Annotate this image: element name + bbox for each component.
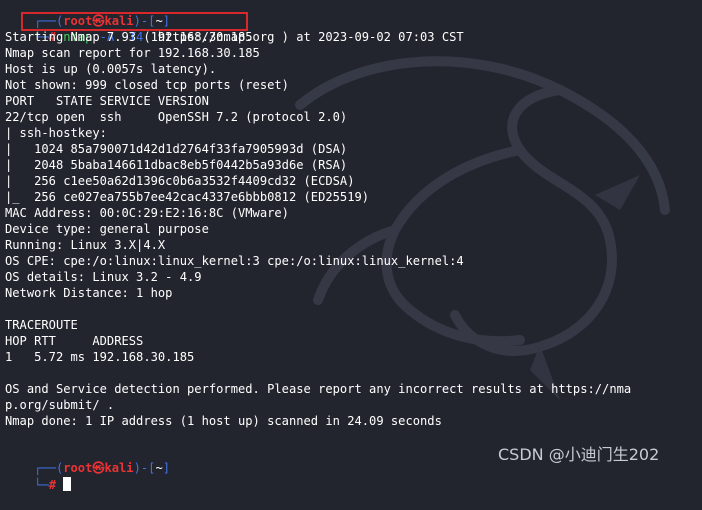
output-line: OS CPE: cpe:/o:linux:linux_kernel:3 cpe:… bbox=[5, 254, 464, 268]
output-line: Host is up (0.0057s latency). bbox=[5, 62, 217, 76]
block-cursor[interactable] bbox=[63, 476, 72, 491]
output-line: |_ 256 ce027ea755b7ee42cac4337e6bbb0812 … bbox=[5, 190, 370, 204]
output-line: OS and Service detection performed. Plea… bbox=[5, 382, 632, 396]
output-line: OS details: Linux 3.2 - 4.9 bbox=[5, 270, 202, 284]
csdn-watermark: CSDN @小迪门生202 bbox=[498, 445, 660, 464]
command-highlight-box bbox=[21, 12, 248, 31]
output-line: Starting Nmap 7.93 ( https://nmap.org ) … bbox=[5, 30, 464, 44]
prompt-symbol: # bbox=[48, 477, 56, 492]
output-line: | 2048 5baba146611dbac8eb5f0442b5a93d6e … bbox=[5, 158, 348, 172]
output-line: HOP RTT ADDRESS bbox=[5, 334, 144, 348]
prompt-close-bracket: ] bbox=[162, 460, 170, 475]
output-line: Running: Linux 3.X|4.X bbox=[5, 238, 166, 252]
output-line: 1 5.72 ms 192.168.30.185 bbox=[5, 350, 195, 364]
prompt-user-host: root㉿kali bbox=[63, 460, 134, 475]
prompt-branch: └─ bbox=[34, 477, 49, 492]
output-line: 22/tcp open ssh OpenSSH 7.2 (protocol 2.… bbox=[5, 110, 348, 124]
output-line: p.org/submit/ . bbox=[5, 398, 115, 412]
output-line: Not shown: 999 closed tcp ports (reset) bbox=[5, 78, 289, 92]
output-line: Network Distance: 1 hop bbox=[5, 286, 173, 300]
output-line: PORT STATE SERVICE VERSION bbox=[5, 94, 209, 108]
output-line: Device type: general purpose bbox=[5, 222, 209, 236]
input-line[interactable]: └─# bbox=[5, 461, 72, 492]
terminal-window[interactable]: ┌──(root㉿kali)-[~] └─# nmap -A -T4 192.1… bbox=[0, 0, 702, 492]
prompt-header-line-bottom: ┌──(root㉿kali)-[~] bbox=[5, 445, 170, 475]
prompt-path: ~ bbox=[155, 460, 163, 475]
output-line: MAC Address: 00:0C:29:E2:16:8C (VMware) bbox=[5, 206, 289, 220]
output-line: Nmap done: 1 IP address (1 host up) scan… bbox=[5, 414, 442, 428]
output-line: TRACEROUTE bbox=[5, 318, 78, 332]
output-line: | 256 c1ee50a62d1396c0b6a3532f4409cd32 (… bbox=[5, 174, 355, 188]
output-line: | 1024 85a790071d42d1d2764f33fa7905993d … bbox=[5, 142, 348, 156]
output-line: | ssh-hostkey: bbox=[5, 126, 107, 140]
output-line: Nmap scan report for 192.168.30.185 bbox=[5, 46, 260, 60]
prompt-close-paren: )-[ bbox=[133, 460, 156, 475]
